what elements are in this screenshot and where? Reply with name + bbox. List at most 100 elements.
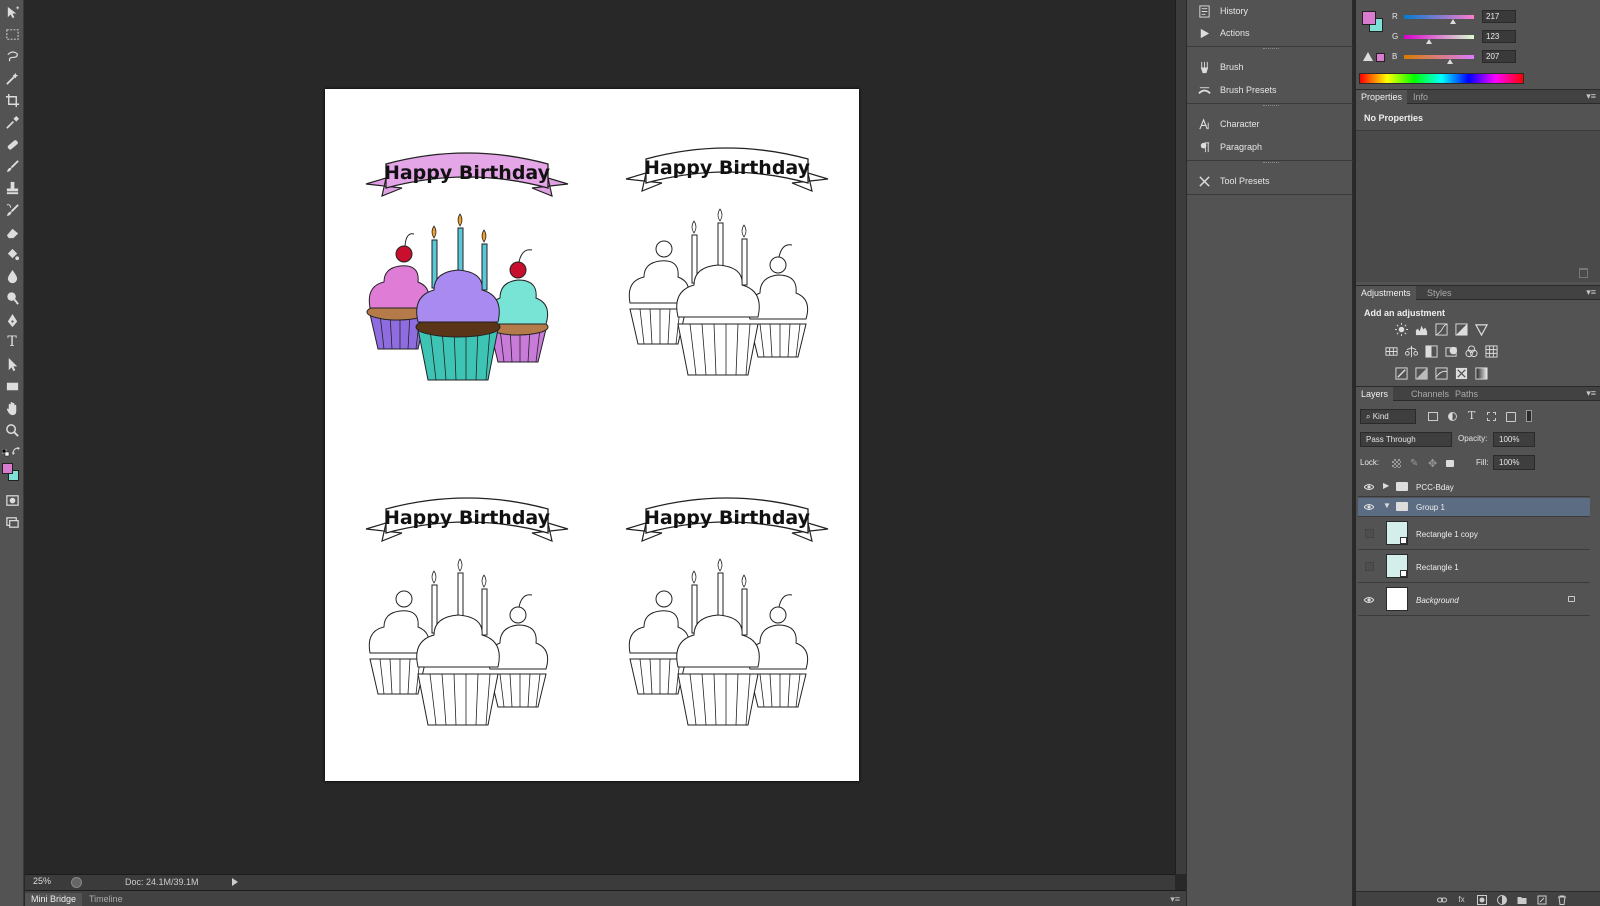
swap-colors-icon[interactable]	[12, 443, 21, 455]
visibility-eye-icon[interactable]	[1364, 595, 1374, 605]
color-spectrum-ramp[interactable]	[1359, 73, 1524, 84]
tab-layers[interactable]: Layers	[1356, 387, 1394, 401]
panel-grip[interactable]	[1263, 48, 1279, 50]
lock-all-icon[interactable]	[1446, 460, 1454, 467]
threshold-icon[interactable]	[1434, 366, 1448, 380]
blue-channel-slider[interactable]	[1404, 55, 1474, 59]
gradient-map-icon[interactable]	[1474, 366, 1488, 380]
expand-arrow-icon[interactable]: ▶	[1383, 481, 1389, 490]
red-channel-slider[interactable]	[1404, 15, 1474, 19]
tab-channels[interactable]: Channels	[1406, 387, 1454, 401]
blend-mode-select[interactable]: Pass Through	[1360, 432, 1452, 447]
paint-bucket-icon[interactable]	[2, 244, 22, 264]
color-lookup-icon[interactable]	[1484, 344, 1498, 358]
zoom-icon[interactable]	[2, 420, 22, 440]
green-channel-slider[interactable]	[1404, 35, 1474, 39]
red-value-field[interactable]: 217	[1482, 10, 1516, 23]
properties-panel-menu-icon[interactable]: ▾≡	[1586, 91, 1596, 102]
filter-type-icon[interactable]: T	[1468, 409, 1475, 422]
status-menu-arrow-icon[interactable]	[232, 878, 238, 886]
brush-icon[interactable]	[2, 156, 22, 176]
panel-brush-presets[interactable]: Brush Presets	[1187, 79, 1353, 101]
invert-icon[interactable]	[1394, 366, 1408, 380]
vibrance-icon[interactable]	[1474, 322, 1488, 336]
tab-adjustments[interactable]: Adjustments	[1356, 286, 1416, 300]
layer-style-fx-icon[interactable]: fx	[1456, 894, 1467, 905]
visibility-eye-icon[interactable]	[1364, 502, 1374, 512]
path-select-icon[interactable]	[2, 354, 22, 374]
new-layer-icon[interactable]	[1536, 894, 1547, 905]
new-group-icon[interactable]	[1516, 894, 1527, 905]
red-slider-thumb[interactable]	[1450, 19, 1456, 24]
add-mask-icon[interactable]	[1476, 894, 1487, 905]
dodge-icon[interactable]	[2, 288, 22, 308]
channel-mixer-icon[interactable]	[1464, 344, 1478, 358]
layer-row-pcc-bday[interactable]: ▶ PCC-Bday	[1358, 478, 1590, 497]
filter-toggle-icon[interactable]	[1526, 410, 1532, 422]
layers-panel-menu-icon[interactable]: ▾≡	[1586, 388, 1596, 399]
panel-grip[interactable]	[1263, 162, 1279, 164]
zoom-level-field[interactable]: 25%	[33, 876, 75, 889]
filter-shape-icon[interactable]	[1487, 412, 1496, 421]
panel-menu-icon[interactable]: ▾≡	[1170, 894, 1180, 905]
rectangle-icon[interactable]	[2, 376, 22, 396]
history-brush-icon[interactable]	[2, 200, 22, 220]
filter-pixel-icon[interactable]	[1428, 412, 1438, 421]
collapse-arrow-icon[interactable]: ▼	[1383, 501, 1391, 510]
tab-styles[interactable]: Styles	[1422, 286, 1457, 300]
delete-layer-icon[interactable]	[1556, 894, 1567, 905]
visibility-eye-icon[interactable]	[1364, 482, 1374, 492]
layer-row-background[interactable]: Background	[1358, 584, 1590, 616]
black-white-icon[interactable]	[1424, 344, 1438, 358]
curves-icon[interactable]	[1434, 322, 1448, 336]
screen-mode-icon[interactable]	[2, 512, 22, 532]
blue-slider-thumb[interactable]	[1447, 59, 1453, 64]
healing-brush-icon[interactable]	[2, 134, 22, 154]
pen-icon[interactable]	[2, 310, 22, 330]
panel-paragraph[interactable]: Paragraph	[1187, 136, 1353, 158]
marquee-icon[interactable]	[2, 24, 22, 44]
visibility-toggle-empty[interactable]	[1365, 529, 1374, 538]
brightness-contrast-icon[interactable]	[1394, 322, 1408, 336]
eyedropper-icon[interactable]	[2, 112, 22, 132]
green-slider-thumb[interactable]	[1426, 39, 1432, 44]
adjustments-panel-menu-icon[interactable]: ▾≡	[1586, 287, 1596, 298]
color-panel-foreground-swatch[interactable]	[1362, 11, 1376, 25]
visibility-toggle-empty[interactable]	[1365, 562, 1374, 571]
tab-paths[interactable]: Paths	[1450, 387, 1483, 401]
panel-actions[interactable]: Actions	[1187, 22, 1353, 44]
clone-stamp-icon[interactable]	[2, 178, 22, 198]
document-page[interactable]: Happy Birthday Happy Birthday Happy Birt…	[325, 89, 859, 781]
canvas-scrollbar[interactable]	[1175, 0, 1186, 874]
green-value-field[interactable]: 123	[1482, 30, 1516, 43]
exposure-icon[interactable]	[1454, 322, 1468, 336]
tab-properties[interactable]: Properties	[1356, 90, 1408, 104]
panel-grip[interactable]	[1263, 105, 1279, 107]
tab-info[interactable]: Info	[1408, 90, 1433, 104]
hand-icon[interactable]	[2, 398, 22, 418]
trash-icon[interactable]	[1579, 268, 1588, 278]
eraser-icon[interactable]	[2, 222, 22, 242]
type-icon[interactable]: T	[2, 332, 22, 352]
layer-row-rectangle-1-copy[interactable]: Rectangle 1 copy	[1358, 518, 1590, 550]
magic-wand-icon[interactable]	[2, 68, 22, 88]
out-of-gamut-warning-icon[interactable]	[1363, 52, 1373, 61]
layer-filter-select[interactable]: ⌕ Kind	[1360, 409, 1416, 424]
foreground-color-swatch[interactable]	[2, 463, 13, 474]
layer-row-group-1[interactable]: ▼ Group 1	[1358, 498, 1590, 517]
quick-mask-icon[interactable]	[2, 490, 22, 510]
lock-image-pixels-icon[interactable]: ✎	[1410, 458, 1418, 469]
default-colors-icon[interactable]	[1, 444, 10, 457]
layer-row-rectangle-1[interactable]: Rectangle 1	[1358, 551, 1590, 583]
selective-color-icon[interactable]	[1454, 366, 1468, 380]
gamut-swatch[interactable]	[1376, 53, 1385, 62]
posterize-icon[interactable]	[1414, 366, 1428, 380]
panel-brush[interactable]: Brush	[1187, 56, 1353, 78]
crop-icon[interactable]	[2, 90, 22, 110]
lock-transparent-pixels-icon[interactable]	[1392, 459, 1401, 468]
panel-tool-presets[interactable]: Tool Presets	[1187, 170, 1353, 192]
panel-character[interactable]: Character	[1187, 113, 1353, 135]
blur-icon[interactable]	[2, 266, 22, 286]
link-layers-icon[interactable]	[1436, 894, 1447, 905]
blue-value-field[interactable]: 207	[1482, 50, 1516, 63]
